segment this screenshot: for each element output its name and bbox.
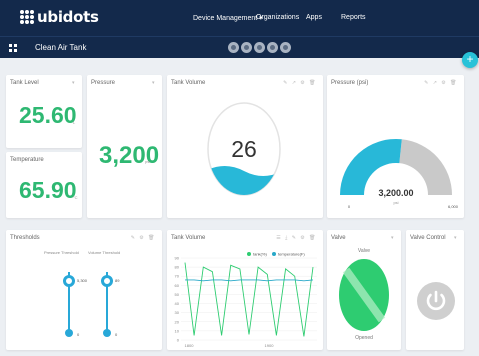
valve-indicator [339, 259, 389, 331]
y-tick-label: 10 [175, 328, 180, 333]
y-tick-label: 20 [175, 319, 180, 324]
y-tick-label: 40 [175, 301, 180, 306]
valve-control-button[interactable] [417, 282, 455, 320]
valve-state: Opened [355, 335, 373, 341]
widget-menu-icon[interactable]: ▾ [391, 235, 395, 241]
nav-apps[interactable]: Apps [306, 14, 322, 21]
gauge-track [399, 139, 452, 195]
logo-text: ubidots [37, 8, 99, 26]
volume-threshold-handle[interactable] [101, 275, 113, 287]
legend-tank-label: tank(%) [253, 252, 267, 257]
pressure-gauge: 3,200.00 psi 0 6,000 [340, 139, 459, 209]
tank-level-unit: L [73, 120, 76, 125]
tank-volume-value: 26 [231, 136, 257, 162]
gauge-min: 0 [348, 204, 351, 209]
x-tick-label: 1800 [185, 343, 195, 348]
settings-icon[interactable] [241, 42, 252, 53]
pressure-unit: psi [145, 159, 151, 164]
pressure-threshold-handle[interactable] [63, 275, 75, 287]
valve-label: Valve [357, 248, 371, 254]
widget-title: Pressure [91, 80, 116, 86]
nav-organizations[interactable]: Organizations [256, 14, 299, 21]
widget-valve: Valve ▾ Valve Opened [327, 230, 401, 350]
fullscreen-icon[interactable] [280, 42, 291, 53]
tank-graphic: 26 [207, 102, 281, 196]
ubidots-logo[interactable]: ubidots [20, 8, 99, 26]
dashboard-title: Clean Air Tank [35, 43, 87, 52]
widget-title: Tank Volume [171, 80, 206, 86]
gauge-fill [340, 139, 402, 195]
gauge-value: 3,200.00 [378, 188, 413, 198]
legend-tank-swatch [247, 252, 251, 256]
widget-valve-control: Valve Control ▾ [406, 230, 464, 350]
widget-tank-volume-chart: Tank Volume ☰ ⤓ ✎ ⚙ 🗑 tank(%) temperatur… [167, 230, 323, 350]
series-temperature-line [185, 279, 314, 282]
widget-pressure: Pressure ▾ 3,200 psi [87, 75, 162, 218]
pressure-threshold-value: 5,300 [77, 278, 88, 283]
pressure-threshold-min: 0 [77, 332, 80, 337]
widget-title: Thresholds [10, 235, 40, 241]
top-navbar: ubidots Device Management ▾ Organization… [0, 0, 479, 36]
volume-threshold-label: Volume Threshold [88, 250, 121, 255]
calendar-icon[interactable] [228, 42, 239, 53]
widget-temperature: Temperature 65.90 °C [6, 152, 82, 218]
legend-temperature-label: temperature(F) [278, 252, 305, 257]
pressure-value: 3,200 [99, 142, 160, 169]
y-tick-label: 30 [175, 310, 180, 315]
gauge-max: 6,000 [448, 204, 459, 209]
widget-actions[interactable]: ✎ ↗ ⚙ 🗑 [283, 80, 317, 86]
pressure-threshold-label: Pressure Threshold [44, 250, 79, 255]
series-tank-line [184, 262, 314, 337]
logo-icon [20, 10, 34, 24]
widget-tank-level: Tank Level ▾ 25.60 L [6, 75, 82, 148]
volume-threshold-min: 0 [115, 332, 118, 337]
volume-threshold-value: 89 [115, 278, 120, 283]
temperature-value: 65.90 [19, 177, 77, 203]
widget-menu-icon[interactable]: ▾ [152, 80, 156, 86]
share-icon[interactable] [254, 42, 265, 53]
y-tick-label: 50 [175, 292, 180, 297]
widget-menu-icon[interactable]: ▾ [454, 235, 458, 241]
gauge-unit: psi [393, 200, 398, 205]
legend-temperature-swatch [272, 252, 276, 256]
x-tick-label: 1900 [265, 343, 275, 348]
volume-threshold-end [103, 329, 111, 337]
widget-title: Tank Level [10, 80, 39, 86]
user-icon[interactable] [267, 42, 278, 53]
pressure-threshold-end [65, 329, 73, 337]
nav-device-management[interactable]: Device Management ▾ [193, 14, 263, 22]
widget-title: Valve Control [410, 235, 446, 241]
temperature-unit: °C [73, 195, 78, 200]
nav-reports[interactable]: Reports [341, 14, 366, 21]
dashboard-tools [228, 42, 291, 53]
y-tick-label: 80 [175, 265, 180, 270]
tank-level-value: 25.60 [19, 102, 77, 128]
power-icon [426, 290, 446, 311]
y-tick-label: 90 [175, 256, 180, 261]
widget-actions[interactable]: ✎ ⚙ 🗑 [131, 235, 156, 241]
widget-thresholds: Thresholds ✎ ⚙ 🗑 Pressure Threshold Volu… [6, 230, 162, 350]
widget-title: Valve [331, 235, 346, 241]
y-tick-label: 0 [177, 338, 180, 343]
tank-volume-line-chart: tank(%) temperature(F) 90 80 70 60 50 40 30 20 1… [175, 252, 317, 348]
dashboard-menu-icon[interactable] [9, 44, 17, 52]
widget-menu-icon[interactable]: ▾ [72, 80, 76, 86]
y-tick-label: 70 [175, 274, 180, 279]
widget-title: Temperature [10, 157, 44, 163]
add-widget-button[interactable]: + [462, 52, 478, 68]
widget-pressure-gauge: Pressure (psi) ✎ ↗ ⚙ 🗑 3,200.00 psi 0 6,… [327, 75, 464, 218]
y-tick-label: 60 [175, 283, 180, 288]
widget-tank-volume: Tank Volume ✎ ↗ ⚙ 🗑 26 [167, 75, 323, 218]
dashboard-toolbar: Clean Air Tank [0, 36, 479, 58]
